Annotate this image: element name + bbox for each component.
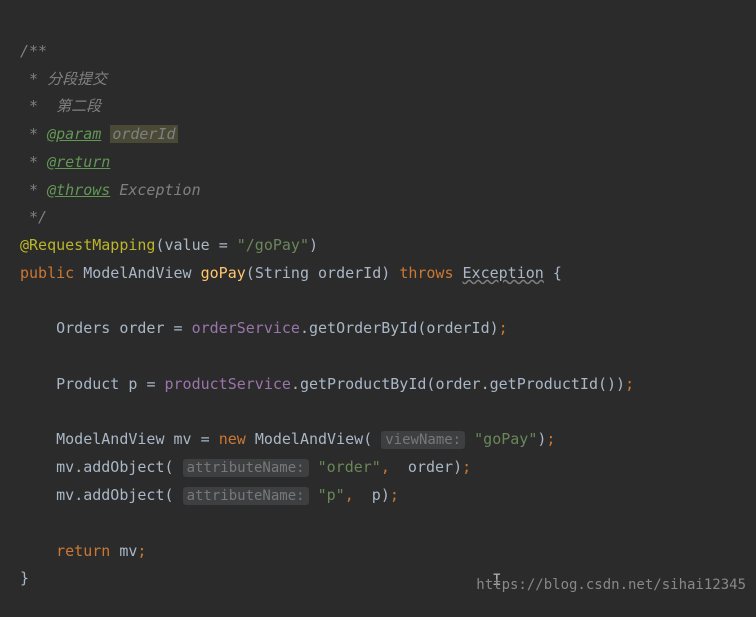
comment-line: * [20,181,47,199]
string-literal: "/goPay" [237,236,309,254]
keyword-new: new [219,430,255,448]
comment-text: 第二段 [56,97,101,115]
variable-ref: p [372,486,381,504]
comma: , [381,458,408,476]
call-args: (orderId) [417,319,498,337]
string-literal: "p" [318,486,345,504]
variable-ref: mv [56,486,74,504]
keyword-public: public [20,264,83,282]
return-type: ModelAndView [83,264,200,282]
keyword-return: return [56,542,119,560]
semicolon: ; [390,486,399,504]
indent [20,542,56,560]
paren: ) [381,264,399,282]
comment-line: /** [20,42,47,60]
method-call: getProductById [300,375,426,393]
indent [20,375,56,393]
exception-type: Exception [463,264,544,282]
param-name: orderId [110,125,177,143]
service-ref: orderService [192,319,300,337]
comment-text: 分段提交 [47,70,107,88]
equals: = [174,319,192,337]
paren: ) [381,486,390,504]
variable-ref: order [435,375,480,393]
equals: = [219,236,237,254]
watermark-text: https://blog.csdn.net/sihai12345 [476,573,746,599]
paren: ( [246,264,255,282]
method-call: addObject [83,486,164,504]
semicolon: ; [546,430,555,448]
class-name: ModelAndView [255,430,363,448]
keyword-throws: throws [399,264,462,282]
param-tag: @param [47,125,101,143]
dot: . [74,486,83,504]
paren: ( [363,430,381,448]
semicolon: ; [499,319,508,337]
string-literal: "goPay" [474,430,537,448]
type: Product [56,375,128,393]
semicolon: ; [625,375,634,393]
variable-ref: mv [56,458,74,476]
comment-line: * [20,97,56,115]
comment-line: * [20,70,47,88]
method-call: addObject [83,458,164,476]
space [309,486,318,504]
throws-tag: @throws [47,181,110,199]
param-hint: attributeName: [183,459,309,477]
paren: ( [165,458,183,476]
indent [20,486,56,504]
code-editor[interactable]: /** * 分段提交 * 第二段 * @param orderId * @ret… [20,10,736,593]
variable: p [128,375,146,393]
type: ModelAndView [56,430,173,448]
semicolon: ; [462,458,471,476]
variable-ref: order [408,458,453,476]
paren: ()) [598,375,625,393]
space [465,430,474,448]
throws-exception: Exception [110,181,200,199]
paren: ) [309,236,318,254]
comment-line: */ [20,208,47,226]
variable: order [119,319,173,337]
param-hint: attributeName: [183,487,309,505]
dot: . [291,375,300,393]
indent [20,319,56,337]
paren: ) [453,458,462,476]
param-name: orderId [318,264,381,282]
indent [20,458,56,476]
variable: mv [174,430,201,448]
dot: . [300,319,309,337]
comment-line: * [20,153,47,171]
type: Orders [56,319,119,337]
return-tag: @return [47,153,110,171]
param-hint: viewName: [381,431,465,449]
param-type: String [255,264,318,282]
method-name: goPay [201,264,246,282]
dot: . [74,458,83,476]
equals: = [201,430,219,448]
method-call: getProductId [490,375,598,393]
brace: { [544,264,562,282]
param-key: value [165,236,219,254]
paren: ( [165,486,183,504]
equals: = [146,375,164,393]
comment-line: * [20,125,47,143]
service-ref: productService [165,375,291,393]
method-call: getOrderById [309,319,417,337]
variable-ref: mv [119,542,137,560]
semicolon: ; [137,542,146,560]
paren: ( [155,236,164,254]
string-literal: "order" [318,458,381,476]
dot: . [481,375,490,393]
brace-close: } [20,569,29,587]
space [309,458,318,476]
annotation: @RequestMapping [20,236,155,254]
comma: , [345,486,372,504]
indent [20,430,56,448]
